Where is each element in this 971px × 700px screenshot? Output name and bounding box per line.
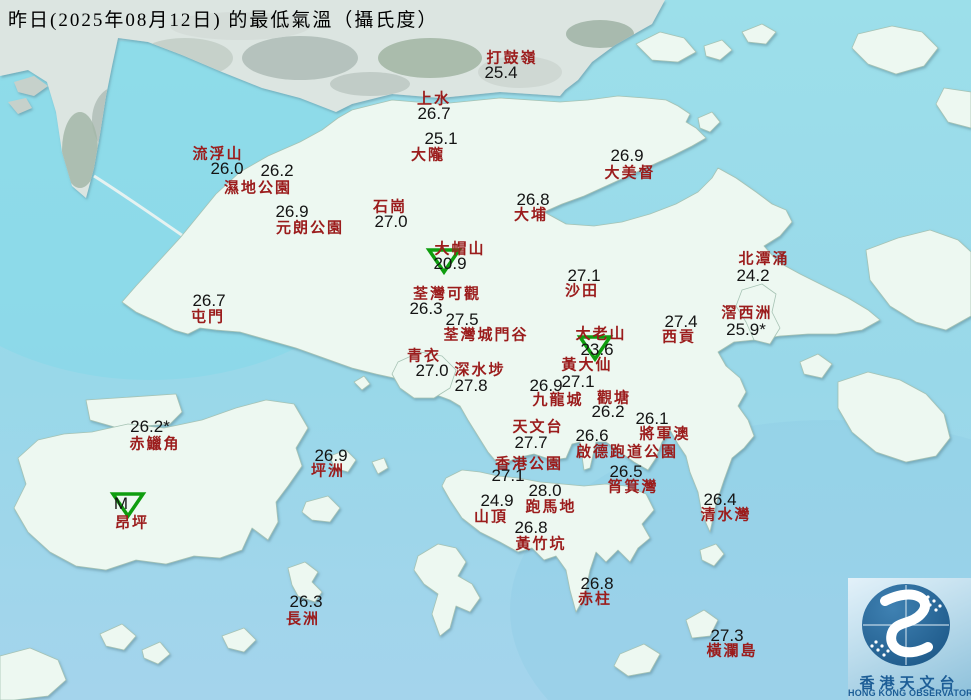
station-value: 27.0 <box>415 361 449 380</box>
station-value: M <box>113 494 129 513</box>
weather-map-page: 昨日(2025年08月12日) 的最低氣溫（攝氏度） 打鼓嶺 25.4 上水 26.7… <box>0 0 971 700</box>
station-value: 24.2 <box>736 266 770 285</box>
observatory-logo-icon <box>862 584 950 666</box>
station-value: 26.9 <box>275 202 309 221</box>
station-value: 26.9 <box>529 376 563 395</box>
station-value: 26.2* <box>130 417 170 436</box>
station-value: 24.9 <box>480 491 514 510</box>
logo-english-name: HONG KONG OBSERVATORY <box>848 688 971 698</box>
station-value: 26.2 <box>591 402 625 421</box>
station-value: 27.1 <box>567 266 601 285</box>
hong-kong-map <box>0 0 971 700</box>
map-title: 昨日(2025年08月12日) 的最低氣溫（攝氏度） <box>8 10 439 31</box>
station-value: 28.0 <box>528 481 562 500</box>
station-value: 26.3 <box>409 299 443 318</box>
station-value: 26.5 <box>609 462 643 481</box>
station-value: 27.5 <box>445 310 479 329</box>
station-label: 昂坪 <box>114 515 150 532</box>
station-value: 26.2 <box>260 161 294 180</box>
station-value: 26.9 <box>610 146 644 165</box>
station-value: 26.4 <box>703 490 737 509</box>
hko-logo: 香港天文台 HONG KONG OBSERVATORY <box>848 578 971 700</box>
station-value: 20.9 <box>433 254 467 273</box>
station-value: 27.8 <box>454 376 488 395</box>
station-value: 26.7 <box>417 104 451 123</box>
station-value: 26.6 <box>575 426 609 445</box>
station-value: 26.3 <box>289 592 323 611</box>
station-value: 25.1 <box>424 129 458 148</box>
station-value: 26.9 <box>314 446 348 465</box>
station-value: 26.8 <box>580 574 614 593</box>
station-value: 27.7 <box>514 433 548 452</box>
station-value: 27.4 <box>664 312 698 331</box>
station-value: 26.7 <box>192 291 226 310</box>
station-value: 26.8 <box>514 518 548 537</box>
station-value: 27.0 <box>374 212 408 231</box>
station-value: 26.1 <box>635 409 669 428</box>
station-value: 27.1 <box>491 466 525 485</box>
station-value: 26.8 <box>516 190 550 209</box>
station-value: 27.3 <box>710 626 744 645</box>
station-value: 25.4 <box>484 63 518 82</box>
station-value: 25.9* <box>726 320 766 339</box>
